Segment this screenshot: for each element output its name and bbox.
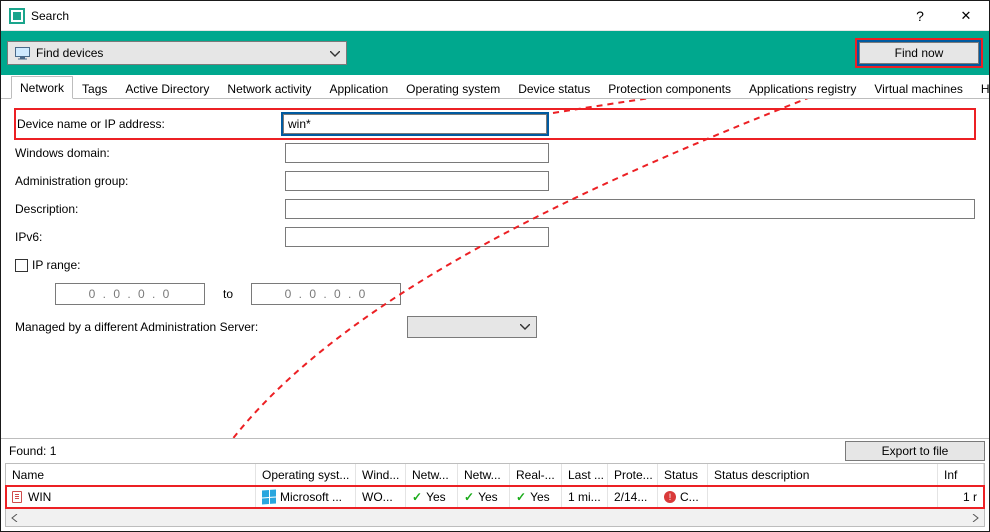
tab-strip: Network Tags Active Directory Network ac… xyxy=(1,75,989,99)
find-now-highlight: Find now xyxy=(855,38,983,68)
ip-range-label: IP range: xyxy=(32,258,80,272)
error-icon: ! xyxy=(664,491,676,503)
col-wind[interactable]: Wind... xyxy=(356,464,406,485)
tab-protection-components[interactable]: Protection components xyxy=(599,77,740,99)
cell-netw1: Yes xyxy=(426,490,446,504)
cell-wind: WO... xyxy=(362,490,393,504)
tab-applications-registry[interactable]: Applications registry xyxy=(740,77,865,99)
cell-prote: 2/14... xyxy=(614,490,647,504)
device-name-row: Device name or IP address: xyxy=(15,109,975,139)
col-status[interactable]: Status xyxy=(658,464,708,485)
grid-header: Name Operating syst... Wind... Netw... N… xyxy=(6,464,984,486)
results-grid: Name Operating syst... Wind... Netw... N… xyxy=(5,463,985,509)
col-netw2[interactable]: Netw... xyxy=(458,464,510,485)
tab-hardware[interactable]: Hardware xyxy=(972,77,990,99)
check-icon: ✓ xyxy=(516,490,526,504)
window-title: Search xyxy=(31,9,69,23)
horizontal-scrollbar[interactable] xyxy=(5,509,985,527)
cell-netw2: Yes xyxy=(478,490,498,504)
toolbar: Find devices Find now xyxy=(1,31,989,75)
scroll-left-icon[interactable] xyxy=(6,509,24,526)
check-icon: ✓ xyxy=(464,490,474,504)
col-os[interactable]: Operating syst... xyxy=(256,464,356,485)
cell-last: 1 mi... xyxy=(568,490,601,504)
tab-tags[interactable]: Tags xyxy=(73,77,116,99)
col-netw1[interactable]: Netw... xyxy=(406,464,458,485)
network-form: Device name or IP address: Windows domai… xyxy=(1,99,989,438)
close-button[interactable]: ✕ xyxy=(943,1,989,31)
admin-group-label: Administration group: xyxy=(15,174,285,188)
ip-range-checkbox[interactable]: IP range: xyxy=(15,258,80,272)
found-count-label: Found: 1 xyxy=(9,444,56,458)
chevron-down-icon xyxy=(330,46,340,60)
help-button[interactable]: ? xyxy=(897,1,943,31)
combo-label: Find devices xyxy=(36,46,103,60)
ipv6-input[interactable] xyxy=(285,227,549,247)
results-panel: Found: 1 Export to file Name Operating s… xyxy=(1,438,989,531)
cell-os: Microsoft ... xyxy=(280,490,342,504)
tab-virtual-machines[interactable]: Virtual machines xyxy=(865,77,972,99)
search-window: Search ? ✕ Find devices Find now Network… xyxy=(0,0,990,532)
scroll-right-icon[interactable] xyxy=(966,509,984,526)
monitor-icon xyxy=(14,45,30,61)
description-label: Description: xyxy=(15,202,285,216)
col-last[interactable]: Last ... xyxy=(562,464,608,485)
ip-range-row: 0 . 0 . 0 . 0 to 0 . 0 . 0 . 0 xyxy=(15,279,975,313)
admin-group-input[interactable] xyxy=(285,171,549,191)
check-icon: ✓ xyxy=(412,490,422,504)
titlebar: Search ? ✕ xyxy=(1,1,989,31)
managed-by-combo[interactable] xyxy=(407,316,537,338)
export-to-file-button[interactable]: Export to file xyxy=(845,441,985,461)
tab-operating-system[interactable]: Operating system xyxy=(397,77,509,99)
ip-to-input[interactable]: 0 . 0 . 0 . 0 xyxy=(251,283,401,305)
tab-network[interactable]: Network xyxy=(11,76,73,99)
device-name-label: Device name or IP address: xyxy=(17,117,283,131)
cell-status: C... xyxy=(680,490,699,504)
tab-application[interactable]: Application xyxy=(320,77,397,99)
tab-active-directory[interactable]: Active Directory xyxy=(116,77,218,99)
ip-range-separator: to xyxy=(223,287,233,301)
windows-domain-label: Windows domain: xyxy=(15,146,285,160)
cell-inf: 1 r xyxy=(963,490,977,504)
managed-by-label: Managed by a different Administration Se… xyxy=(15,320,295,334)
checkbox-icon xyxy=(15,259,28,272)
cell-real: Yes xyxy=(530,490,550,504)
chevron-down-icon xyxy=(520,324,530,330)
ip-from-input[interactable]: 0 . 0 . 0 . 0 xyxy=(55,283,205,305)
tab-device-status[interactable]: Device status xyxy=(509,77,599,99)
col-status-desc[interactable]: Status description xyxy=(708,464,938,485)
windows-icon xyxy=(262,490,276,505)
col-inf[interactable]: Inf xyxy=(938,464,984,485)
col-real[interactable]: Real-... xyxy=(510,464,562,485)
tab-network-activity[interactable]: Network activity xyxy=(218,77,320,99)
col-name[interactable]: Name xyxy=(6,464,256,485)
description-input[interactable] xyxy=(285,199,975,219)
windows-domain-input[interactable] xyxy=(285,143,549,163)
ipv6-label: IPv6: xyxy=(15,230,285,244)
cell-name: WIN xyxy=(28,490,51,504)
search-scope-combo[interactable]: Find devices xyxy=(7,41,347,65)
find-now-button[interactable]: Find now xyxy=(859,42,979,64)
table-row[interactable]: WIN Microsoft ... WO... ✓ Yes ✓ Yes ✓ Yes 1… xyxy=(6,486,984,508)
app-icon xyxy=(9,8,25,24)
device-icon xyxy=(12,491,22,503)
col-prote[interactable]: Prote... xyxy=(608,464,658,485)
device-name-input[interactable] xyxy=(283,114,547,134)
